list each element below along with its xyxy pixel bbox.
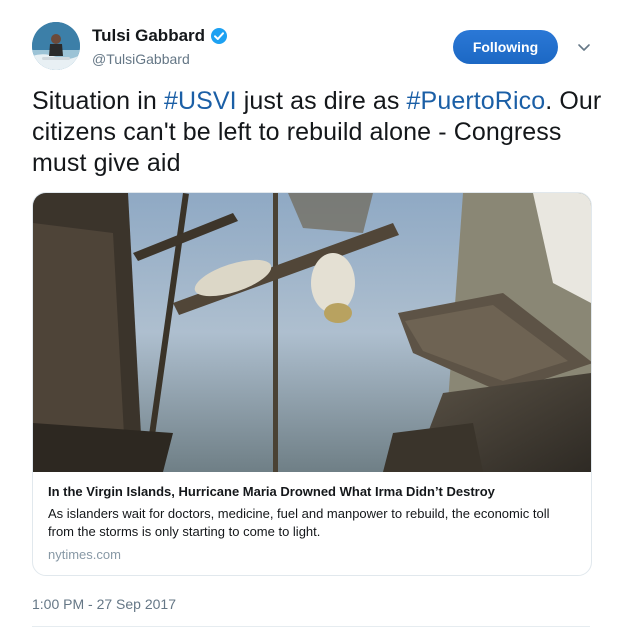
hashtag-puertorico[interactable]: #PuertoRico: [407, 87, 546, 115]
divider: [32, 626, 590, 627]
tweet-header: Tulsi Gabbard @TulsiGabbard Following: [32, 22, 598, 76]
following-button[interactable]: Following: [453, 30, 558, 64]
card-title[interactable]: In the Virgin Islands, Hurricane Maria D…: [48, 483, 578, 501]
tweet-text-part: just as dire as: [236, 87, 407, 115]
card-description: As islanders wait for doctors, medicine,…: [48, 506, 550, 539]
card-body: In the Virgin Islands, Hurricane Maria D…: [48, 483, 578, 562]
tweet-text-part: Situation in: [32, 87, 164, 115]
name-row: Tulsi Gabbard: [92, 26, 228, 46]
card-image[interactable]: [33, 193, 591, 472]
tweet-text: Situation in #USVI just as dire as #Puer…: [32, 86, 602, 179]
hashtag-usvi[interactable]: #USVI: [164, 87, 237, 115]
display-name[interactable]: Tulsi Gabbard: [92, 26, 205, 46]
avatar[interactable]: [32, 22, 80, 70]
verified-badge-icon: [210, 27, 228, 45]
tweet-timestamp[interactable]: 1:00 PM - 27 Sep 2017: [32, 596, 176, 612]
user-handle[interactable]: @TulsiGabbard: [92, 51, 190, 67]
chevron-down-icon[interactable]: [575, 38, 593, 56]
link-card[interactable]: In the Virgin Islands, Hurricane Maria D…: [32, 192, 592, 576]
card-domain: nytimes.com: [48, 547, 121, 562]
